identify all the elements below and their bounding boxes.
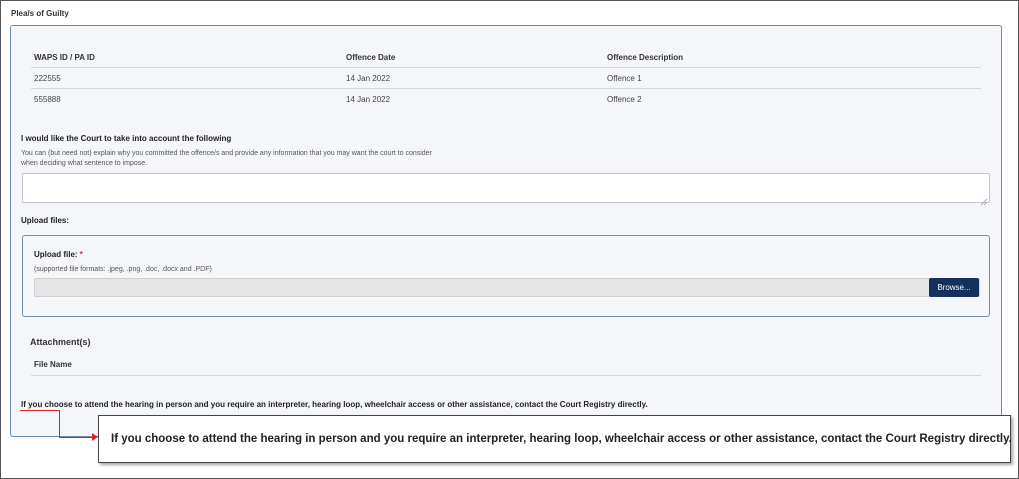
court-note-label: I would like the Court to take into acco… bbox=[21, 134, 232, 143]
column-header-description: Offence Description bbox=[607, 53, 684, 62]
table-header-divider bbox=[31, 67, 981, 68]
section-title: Plea/s of Guilty bbox=[11, 9, 69, 18]
upload-file-label: Upload file: * bbox=[34, 250, 83, 259]
table-cell-description: Offence 2 bbox=[607, 95, 642, 104]
table-row-divider bbox=[31, 88, 981, 89]
table-cell-date: 14 Jan 2022 bbox=[346, 95, 391, 104]
upload-files-label: Upload files: bbox=[21, 216, 70, 225]
callout-connector bbox=[59, 437, 94, 438]
assistance-text: If you choose to attend the hearing in p… bbox=[21, 400, 648, 409]
callout-text: If you choose to attend the hearing in p… bbox=[111, 433, 1012, 445]
column-header-id: WAPS ID / PA ID bbox=[34, 53, 95, 62]
table-cell-id: 222555 bbox=[34, 74, 61, 83]
pleas-panel: WAPS ID / PA ID Offence Date Offence Des… bbox=[10, 25, 1002, 437]
court-note-help-line: You can (but need not) explain why you c… bbox=[21, 150, 432, 157]
attachments-title: Attachment(s) bbox=[30, 337, 91, 347]
callout-connector bbox=[59, 410, 60, 438]
resize-grip-icon[interactable] bbox=[980, 193, 988, 206]
column-header-date: Offence Date bbox=[346, 53, 396, 62]
callout-connector bbox=[20, 410, 60, 411]
supported-formats-text: (supported file formats: .jpeg, .png, .d… bbox=[34, 266, 212, 273]
browse-button[interactable]: Browse... bbox=[929, 278, 979, 297]
file-path-field[interactable] bbox=[34, 278, 980, 297]
court-note-textarea[interactable] bbox=[22, 173, 990, 203]
table-cell-id: 555888 bbox=[34, 95, 61, 104]
court-note-help-line: when deciding what sentence to impose. bbox=[21, 160, 148, 167]
table-cell-description: Offence 1 bbox=[607, 74, 642, 83]
court-note-help: You can (but need not) explain why you c… bbox=[21, 149, 521, 169]
column-header-file-name: File Name bbox=[34, 360, 72, 369]
attachments-divider bbox=[31, 375, 981, 376]
upload-file-label-text: Upload file: bbox=[34, 250, 78, 259]
table-cell-date: 14 Jan 2022 bbox=[346, 74, 391, 83]
callout-box: If you choose to attend the hearing in p… bbox=[98, 415, 1012, 463]
upload-box: Upload file: * (supported file formats: … bbox=[22, 235, 990, 317]
required-marker: * bbox=[79, 250, 83, 259]
